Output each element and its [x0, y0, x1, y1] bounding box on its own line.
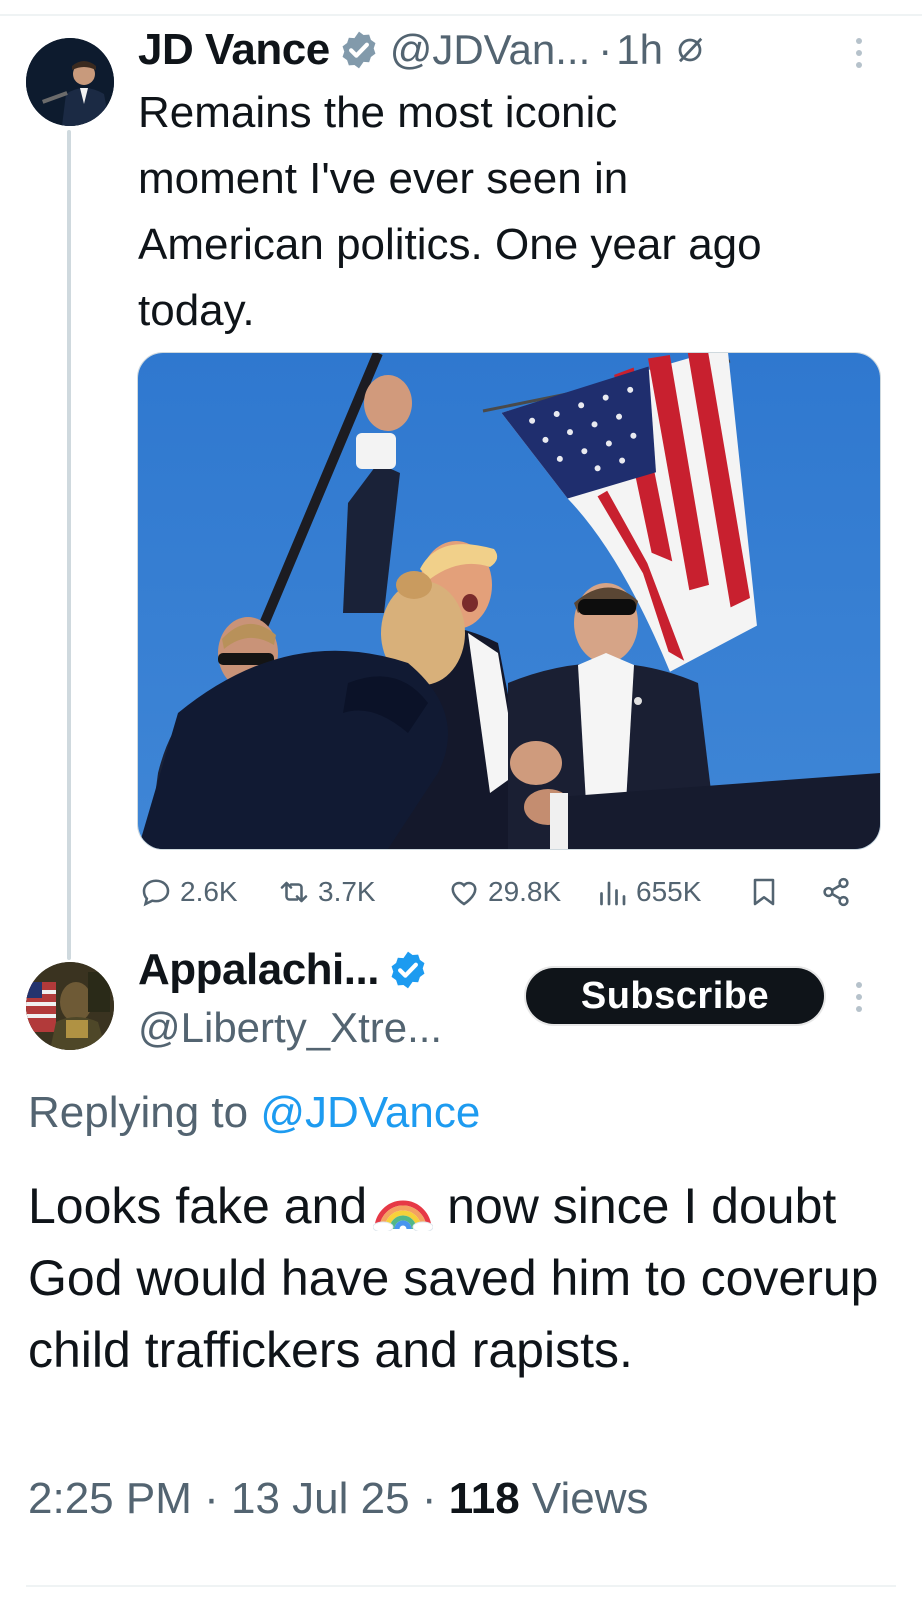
subscribe-button[interactable]: Subscribe	[526, 968, 824, 1024]
reply-handle[interactable]: @Liberty_Xtre...	[138, 1004, 442, 1052]
tweet-text: Remains the most iconic moment I've ever…	[138, 88, 762, 335]
rainbow-emoji-icon	[373, 1200, 434, 1231]
display-name[interactable]: JD Vance	[138, 25, 330, 75]
share-button[interactable]	[818, 866, 860, 918]
tweet-action-bar: 2.6K 3.7K 29.8K 655K	[138, 866, 868, 918]
like-count: 29.8K	[488, 876, 562, 907]
more-options-icon[interactable]	[855, 36, 863, 70]
parent-tweet-header: JD Vance @JDVan... · 1h	[138, 22, 705, 78]
verified-gray-icon	[342, 31, 376, 69]
bookmark-button[interactable]	[746, 866, 788, 918]
meta-views-label: Views	[531, 1474, 649, 1523]
like-button[interactable]: 29.8K	[446, 866, 561, 918]
analytics-icon	[600, 881, 626, 906]
replying-to-line: Replying to @JDVance	[28, 1088, 480, 1138]
meta-time[interactable]: 2:25 PM	[28, 1474, 192, 1523]
replying-to-label: Replying to	[28, 1088, 249, 1137]
tweet-photo[interactable]	[137, 352, 881, 850]
top-divider	[0, 14, 922, 16]
handle[interactable]: @JDVan...	[390, 26, 591, 74]
share-icon	[823, 877, 849, 907]
meta-sep-1: ·	[204, 1474, 219, 1523]
views-button[interactable]: 655K	[594, 866, 701, 918]
bookmark-icon	[753, 878, 775, 906]
grok-icon[interactable]	[675, 35, 705, 65]
meta-sep-2: ·	[421, 1474, 437, 1523]
thread-connector-line	[67, 130, 71, 960]
reply-text-part1: Looks fake and	[28, 1178, 368, 1234]
verified-blue-icon	[391, 951, 425, 989]
reply-button[interactable]: 2.6K	[138, 866, 238, 918]
avatar-jd-vance[interactable]	[26, 38, 114, 126]
reply-more-options-icon[interactable]	[855, 980, 863, 1014]
meta-views-count: 118	[448, 1474, 520, 1523]
repost-button[interactable]: 3.7K	[276, 866, 376, 918]
meta-date[interactable]: 13 Jul 25	[231, 1474, 410, 1523]
reply-text: Looks fake and now since I doubt God wou…	[28, 1170, 898, 1386]
separator-dot: ·	[598, 26, 613, 73]
timestamp[interactable]: 1h	[616, 26, 663, 74]
repost-icon	[280, 881, 308, 903]
heart-icon	[451, 881, 477, 906]
views-count: 655K	[636, 876, 702, 907]
reply-icon	[142, 879, 170, 907]
reply-meta: 2:25 PM · 13 Jul 25 · 118 Views	[28, 1474, 649, 1524]
bottom-divider	[26, 1585, 896, 1587]
avatar-appalachi[interactable]	[26, 962, 114, 1050]
replying-to-mention[interactable]: @JDVance	[260, 1088, 480, 1137]
reply-count: 2.6K	[180, 876, 238, 907]
reply-display-name[interactable]: Appalachi...	[138, 945, 379, 995]
repost-count: 3.7K	[318, 876, 376, 907]
reply-header: Appalachi...	[138, 940, 429, 1000]
